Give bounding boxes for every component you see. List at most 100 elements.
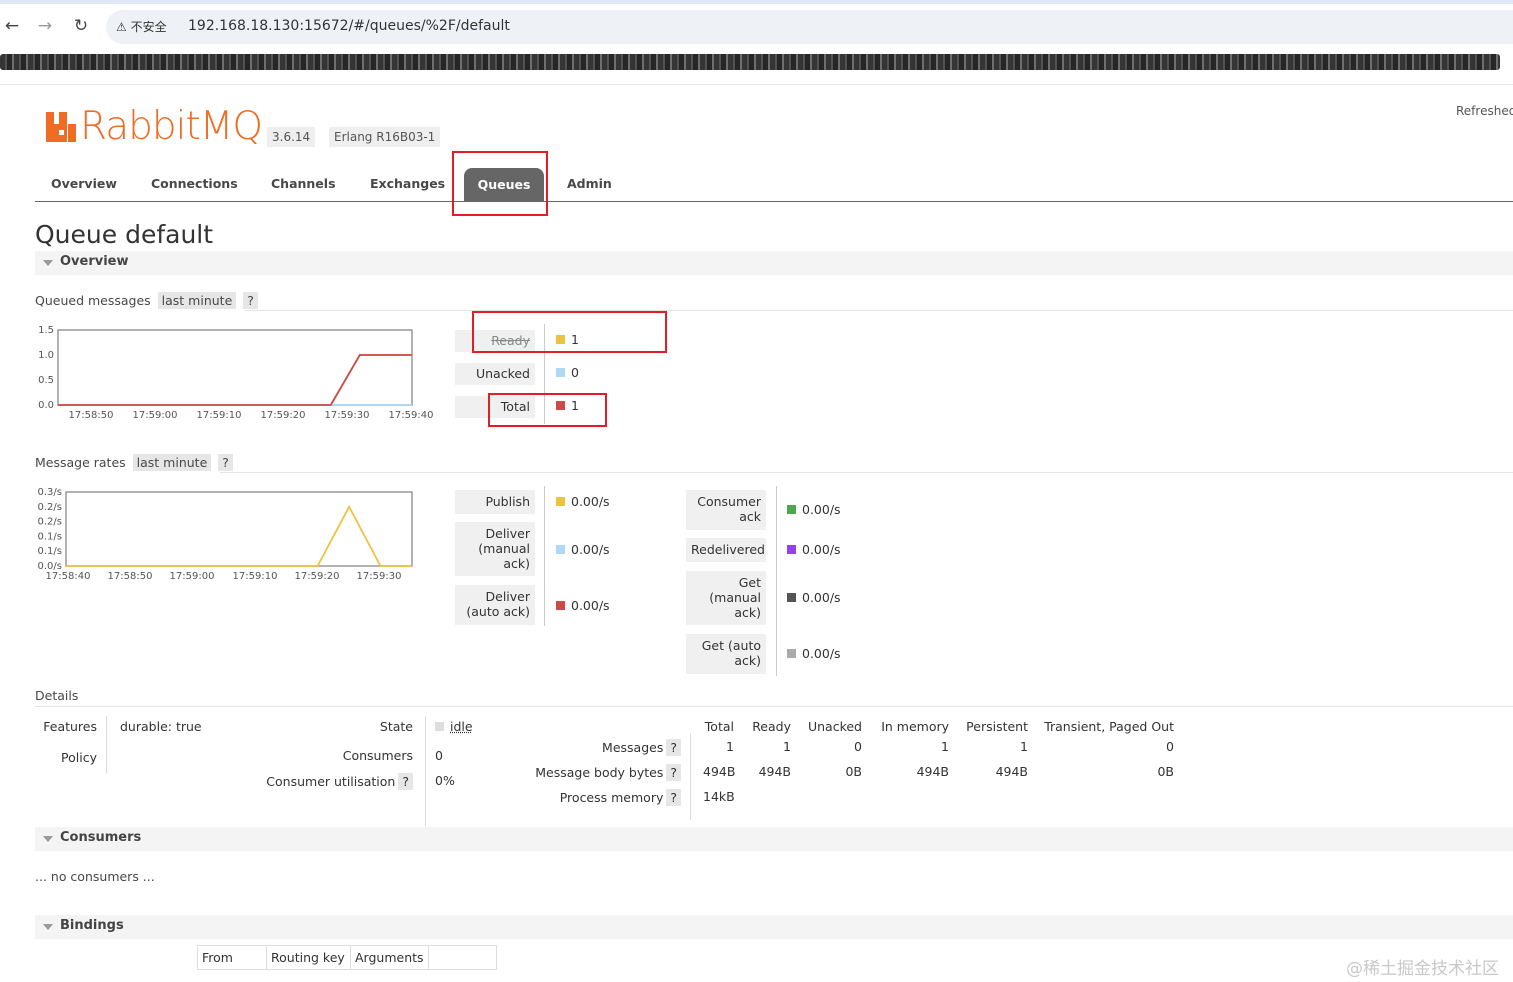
- no-consumers-text: ... no consumers ...: [35, 869, 155, 884]
- forward-icon[interactable]: →: [33, 14, 57, 38]
- refreshed-status: Refreshed: [1456, 104, 1513, 118]
- y-tick-label: 0.0: [38, 400, 54, 411]
- overview-section-header[interactable]: Overview: [35, 251, 1513, 275]
- help-button[interactable]: ?: [243, 292, 258, 309]
- divider: [245, 310, 1513, 311]
- x-tick-label: 17:59:40: [389, 410, 434, 421]
- x-tick-label: 17:58:50: [108, 571, 153, 582]
- collapse-triangle-icon[interactable]: [43, 260, 53, 266]
- back-icon[interactable]: ←: [0, 14, 24, 38]
- y-tick-label: 0.2/s: [38, 502, 62, 513]
- legend-value-consumer-ack: 0.00/s: [787, 502, 841, 517]
- x-tick-label: 17:59:30: [357, 571, 402, 582]
- collapse-triangle-icon[interactable]: [43, 924, 53, 930]
- tab-connections[interactable]: Connections: [151, 176, 238, 191]
- legend-label-unacked: Unacked: [455, 363, 535, 385]
- cell: 494B: [995, 764, 1028, 779]
- details-label: Details: [35, 688, 79, 703]
- security-warning[interactable]: ⚠ 不安全: [116, 18, 167, 35]
- y-tick-label: 0.1/s: [38, 531, 62, 542]
- version-badge: 3.6.14: [267, 127, 316, 147]
- x-tick-label: 17:58:50: [69, 410, 114, 421]
- cell: 0B: [845, 764, 862, 779]
- features-label: Features: [43, 719, 97, 734]
- erlang-badge: Erlang R16B03-1: [329, 127, 441, 147]
- highlight-total: [488, 393, 607, 427]
- bookmarks-bar-redacted: [0, 54, 1500, 70]
- message-rates-label: Message rates last minute ?: [35, 454, 233, 471]
- col-header-ready: Ready: [752, 719, 791, 734]
- col-header-persistent: Persistent: [966, 719, 1028, 734]
- tab-channels[interactable]: Channels: [271, 176, 336, 191]
- col-header-in-memory: In memory: [881, 719, 949, 734]
- deliver-auto-swatch: [556, 601, 565, 610]
- consumers-section-title: Consumers: [60, 830, 142, 845]
- cell: 0: [1166, 739, 1174, 754]
- legend-label-deliver-manual: Deliver (manual ack): [455, 522, 535, 576]
- cell: 1: [783, 739, 791, 754]
- x-tick-label: 17:59:00: [133, 410, 178, 421]
- x-tick-label: 17:59:00: [170, 571, 215, 582]
- range-selector[interactable]: last minute: [157, 292, 237, 309]
- help-button[interactable]: ?: [666, 739, 681, 756]
- cell: 0B: [1157, 764, 1174, 779]
- reload-icon[interactable]: ↻: [69, 14, 93, 38]
- overview-section-title: Overview: [60, 254, 129, 269]
- range-selector[interactable]: last minute: [132, 454, 212, 471]
- tab-admin[interactable]: Admin: [567, 176, 612, 191]
- collapse-triangle-icon[interactable]: [43, 836, 53, 842]
- state-label: State: [379, 719, 413, 734]
- queued-messages-title: Queued messages: [35, 293, 151, 308]
- y-tick-label: 0.3/s: [38, 487, 62, 498]
- consumers-value: 0: [435, 748, 443, 763]
- legend-label-consumer-ack: Consumer ack: [686, 490, 766, 530]
- legend-label-get-auto: Get (auto ack): [686, 634, 766, 674]
- url-text[interactable]: 192.168.18.130:15672/#/queues/%2F/defaul…: [188, 18, 510, 34]
- x-tick-label: 17:59:20: [261, 410, 306, 421]
- help-button[interactable]: ?: [398, 773, 413, 790]
- legend-label-deliver-auto: Deliver (auto ack): [455, 585, 535, 625]
- legend-value-publish: 0.00/s: [556, 494, 610, 509]
- logo-text[interactable]: RabbitMQ: [80, 104, 263, 149]
- consumers-section-header[interactable]: Consumers: [35, 827, 1513, 851]
- help-button[interactable]: ?: [666, 764, 681, 781]
- state-value: idle: [435, 719, 473, 734]
- tab-overview[interactable]: Overview: [51, 176, 117, 191]
- col-header-unacked: Unacked: [807, 719, 862, 734]
- bindings-section-header[interactable]: Bindings: [35, 915, 1513, 939]
- plot-frame: [57, 329, 413, 406]
- row-label-messages: Messages?: [500, 739, 681, 756]
- address-bar[interactable]: ⚠ 不安全 192.168.18.130:15672/#/queues/%2F/…: [106, 10, 1513, 44]
- help-button[interactable]: ?: [218, 454, 233, 471]
- message-rates-title: Message rates: [35, 455, 126, 470]
- legend-label-get-manual: Get (manual ack): [686, 571, 766, 625]
- help-button[interactable]: ?: [666, 789, 681, 806]
- col-header-actions: [427, 945, 497, 970]
- y-tick-label: 1.0: [38, 350, 54, 361]
- tab-underline: [35, 201, 1513, 202]
- get-manual-swatch: [787, 593, 796, 602]
- get-auto-swatch: [787, 649, 796, 658]
- y-tick-label: 0.1/s: [38, 546, 62, 557]
- cell: 1: [726, 739, 734, 754]
- cell: 1: [941, 739, 949, 754]
- details-separator: [425, 716, 426, 826]
- x-tick-label: 17:59:10: [233, 571, 278, 582]
- y-tick-label: 0.2/s: [38, 517, 62, 528]
- y-tick-label: 1.5: [38, 325, 54, 336]
- cell: 494B: [758, 764, 791, 779]
- policy-label: Policy: [61, 750, 97, 765]
- consumer-ack-swatch: [787, 505, 796, 514]
- consumer-utilisation-label: Consumer utilisation?: [250, 773, 413, 790]
- x-tick-label: 17:58:40: [46, 571, 91, 582]
- y-tick-label: 0.5: [38, 375, 54, 386]
- col-header-transient: Transient, Paged Out: [1044, 719, 1174, 734]
- rabbitmq-logo-icon[interactable]: [46, 112, 76, 142]
- legend-value-deliver-manual: 0.00/s: [556, 542, 610, 557]
- queued-messages-label: Queued messages last minute ?: [35, 292, 258, 309]
- legend-separator: [776, 486, 777, 676]
- message-rates-chart: 0.0/s0.1/s0.1/s0.2/s0.2/s0.3/s17:58:40 17…: [38, 487, 413, 582]
- features-value: durable: true: [120, 719, 202, 734]
- consumer-utilisation-value: 0%: [435, 773, 455, 788]
- tab-exchanges[interactable]: Exchanges: [370, 176, 445, 191]
